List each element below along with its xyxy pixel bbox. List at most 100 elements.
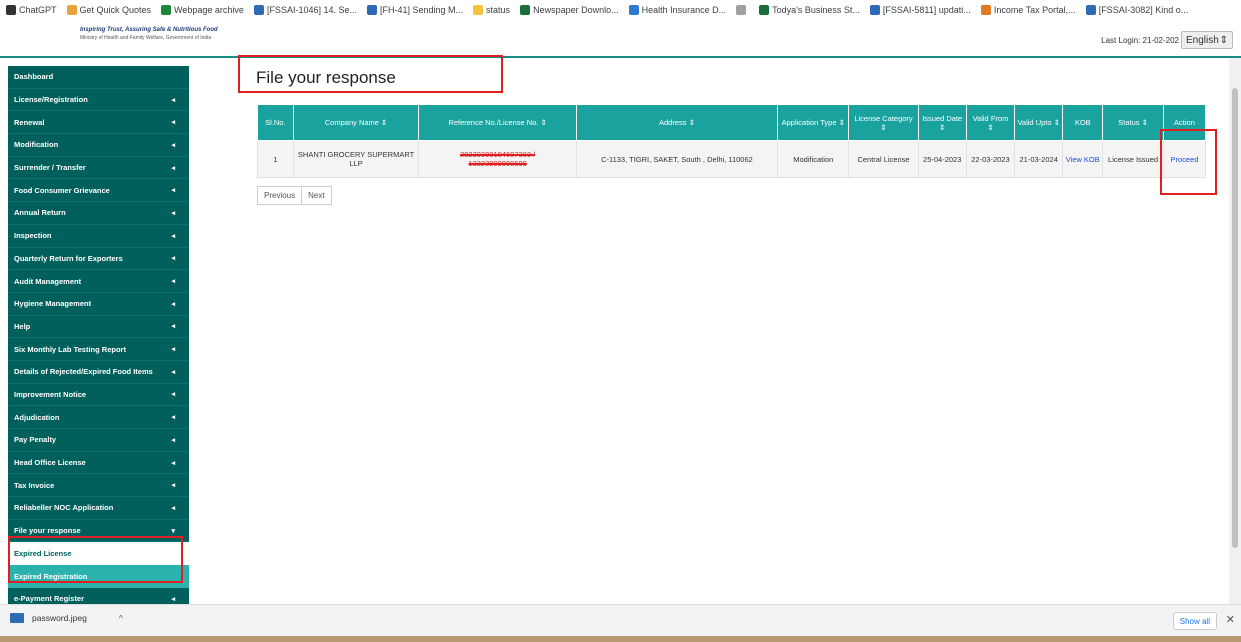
sidebar-item-adjudication[interactable]: Adjudication ◂ (8, 406, 189, 429)
chevron-updown-icon: ⇕ (1219, 34, 1228, 46)
caret-icon: ◂ (171, 209, 175, 217)
bookmark-label: Income Tax Portal,... (993, 5, 1076, 15)
sidebar-item-label: License/Registration (14, 95, 88, 105)
sidebar-item-label: Annual Return (14, 208, 66, 218)
health-icon (628, 5, 639, 15)
cell-address: C-1133, TIGRI, SAKET, South , Delhi, 110… (575, 140, 779, 178)
sidebar-item-reliabeller-noc-application[interactable]: Reliabeller NOC Application ◂ (8, 497, 189, 520)
view-kob-link[interactable]: View KOB (1066, 155, 1100, 164)
sidebar-item-license-registration[interactable]: License/Registration ◂ (8, 89, 189, 112)
caret-icon: ◂ (171, 368, 175, 376)
sidebar-item-help[interactable]: Help ◂ (8, 316, 189, 339)
sidebar-item-inspection[interactable]: Inspection ◂ (8, 225, 189, 248)
sidebar-item-label: Renewal (14, 117, 45, 127)
sidebar-item-label: Help (14, 321, 31, 331)
bookmark-label: ChatGPT (19, 5, 57, 15)
caret-icon: ◂ (171, 141, 175, 149)
sidebar-item-label: e-Payment Register (14, 594, 85, 604)
newspaper-icon (520, 5, 531, 15)
sidebar-item-six-monthly-lab-testing-report[interactable]: Six Monthly Lab Testing Report ◂ (8, 338, 189, 361)
download-item[interactable]: password.jpeg ^ (10, 613, 123, 623)
sidebar-item-label: Reliabeller NOC Application (14, 503, 114, 513)
column-header[interactable]: Status ⇕ (1102, 104, 1164, 141)
next-button[interactable]: Next (301, 186, 332, 205)
highlight-box-title (238, 55, 503, 93)
bookmark-item[interactable] (736, 5, 749, 15)
cell-sl-no: 1 (257, 140, 294, 178)
caret-icon: ◂ (171, 323, 175, 331)
bookmark-item[interactable]: [FSSAI-1046] 14. Se... (253, 5, 357, 15)
close-icon[interactable]: ✕ (1226, 613, 1235, 626)
business-icon (759, 5, 770, 15)
sidebar-item-dashboard[interactable]: Dashboard (8, 66, 189, 89)
quotes-icon (66, 5, 77, 15)
site-tagline: Inspiring Trust, Assuring Safe & Nutriti… (80, 27, 218, 33)
previous-button[interactable]: Previous (257, 186, 303, 205)
sidebar-item-surrender-transfer[interactable]: Surrender / Transfer ◂ (8, 157, 189, 180)
bookmark-item[interactable]: status (473, 5, 510, 15)
pagination: Previous Next (257, 186, 332, 205)
sidebar-item-tax-invoice[interactable]: Tax Invoice ◂ (8, 474, 189, 498)
bookmark-label: Get Quick Quotes (79, 5, 152, 15)
column-header[interactable]: KOB (1062, 104, 1104, 141)
column-header[interactable]: Sl.No. (257, 104, 294, 141)
download-bar: password.jpeg ^ Show all ✕ (0, 604, 1241, 636)
show-all-button[interactable]: Show all (1172, 612, 1217, 630)
page-scrollbar[interactable] (1229, 58, 1241, 604)
sidebar-item-food-consumer-grievance[interactable]: Food Consumer Grievance ◂ (8, 179, 189, 203)
column-header[interactable]: Valid Upto ⇕ (1014, 104, 1064, 141)
column-header[interactable]: License Category ⇕ (848, 104, 919, 141)
bookmark-label: Newspaper Downlo... (533, 5, 619, 15)
column-header[interactable]: Issued Date ⇕ (917, 104, 967, 141)
column-header[interactable]: Application Type ⇕ (777, 104, 850, 141)
bookmark-item[interactable]: Health Insurance D... (628, 5, 726, 15)
sidebar-item-details-of-rejected-expired-food-items[interactable]: Details of Rejected/Expired Food Items ◂ (8, 361, 189, 384)
caret-icon: ◂ (171, 187, 175, 195)
sidebar-item-quarterly-return-for-exporters[interactable]: Quarterly Return for Exporters ◂ (8, 248, 189, 271)
sidebar-item-label: Modification (14, 140, 59, 150)
site-header: Inspiring Trust, Assuring Safe & Nutriti… (0, 20, 1241, 58)
column-header[interactable]: Company Name ⇕ (292, 104, 420, 141)
cell-valid-from: 22-03-2023 (965, 140, 1016, 178)
caret-icon: ◂ (171, 595, 175, 603)
sidebar-item-renewal[interactable]: Renewal ◂ (8, 111, 189, 135)
bookmark-item[interactable]: Todya's Business St... (759, 5, 860, 15)
sidebar-item-pay-penalty[interactable]: Pay Penalty ◂ (8, 429, 189, 452)
tax-icon (980, 5, 991, 15)
bookmark-item[interactable]: Newspaper Downlo... (520, 5, 619, 15)
scrollbar-thumb[interactable] (1232, 88, 1238, 548)
sidebar-item-hygiene-management[interactable]: Hygiene Management ◂ (8, 293, 189, 316)
cell-reference: 20230309104607303 / 13323999000609 (418, 140, 577, 178)
sidebar-item-annual-return[interactable]: Annual Return ◂ (8, 202, 189, 225)
chevron-up-icon[interactable]: ^ (119, 613, 123, 623)
column-header[interactable]: Valid From ⇕ (965, 104, 1016, 141)
bookmark-item[interactable]: Income Tax Portal,... (980, 5, 1076, 15)
column-header[interactable]: Reference No./License No. ⇕ (418, 104, 577, 141)
cell-company: SHANTI GROCERY SUPERMART LLP (292, 140, 420, 178)
bookmark-item[interactable]: Webpage archive (161, 5, 244, 15)
language-select[interactable]: English ⇕ (1181, 31, 1233, 49)
bookmark-item[interactable]: ChatGPT (6, 5, 57, 15)
response-table: Sl.No. Company Name ⇕ Reference No./Licens… (257, 104, 1207, 178)
sidebar-item-label: Improvement Notice (14, 389, 87, 399)
download-filename: password.jpeg (32, 613, 87, 623)
bookmark-item[interactable]: [FSSAI-3082] Kind o... (1085, 5, 1188, 15)
bookmark-item[interactable]: [FH-41] Sending M... (367, 5, 463, 15)
sidebar-item-improvement-notice[interactable]: Improvement Notice ◂ (8, 384, 189, 407)
sidebar-item-head-office-license[interactable]: Head Office License ◂ (8, 452, 189, 475)
caret-icon: ◂ (171, 255, 175, 263)
bookmark-item[interactable]: Get Quick Quotes (66, 5, 152, 15)
sidebar-item-modification[interactable]: Modification ◂ (8, 134, 189, 157)
column-header[interactable]: Address ⇕ (575, 104, 779, 141)
table-row: 1 SHANTI GROCERY SUPERMART LLP 202303091… (257, 140, 1207, 178)
sidebar-item-label: Tax Invoice (14, 480, 55, 490)
bookmark-item[interactable]: [FSSAI-5811] updati... (869, 5, 971, 15)
highlight-box-submenu (8, 536, 183, 583)
sidebar-item-label: File your response (14, 526, 81, 536)
caret-icon: ◂ (171, 459, 175, 467)
sidebar-item-audit-management[interactable]: Audit Management ◂ (8, 270, 189, 293)
caret-icon: ◂ (171, 504, 175, 512)
sidebar-item-label: Dashboard (14, 72, 54, 82)
last-login: Last Login: 21-02-202 (1101, 36, 1179, 45)
bookmark-label: Webpage archive (174, 5, 244, 15)
